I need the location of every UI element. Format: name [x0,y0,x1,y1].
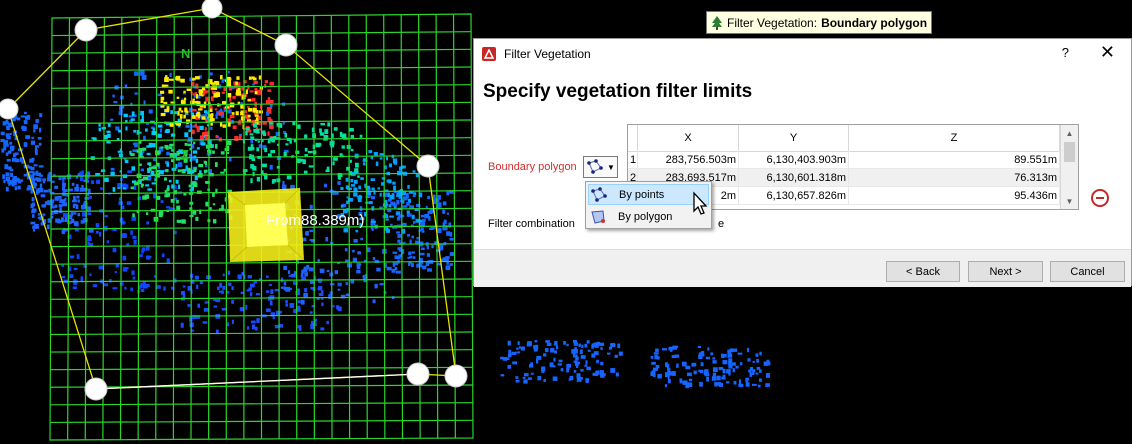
boundary-method-dropdown[interactable]: ▼ [583,156,618,178]
cell-z[interactable]: 76.313m [849,169,1060,187]
row-index: 1 [628,151,638,169]
tag-prefix: Filter Vegetation: [727,15,818,30]
tag-bold: Boundary polygon [821,15,928,30]
cell-y[interactable]: 6,130,403.903m [739,151,849,169]
polygon-icon [590,209,606,225]
col-header-x: X [638,125,739,151]
filter-combination-label: Filter combination [488,218,575,230]
menu-item-label: By polygon [618,210,673,223]
filter-combination-value: e [718,218,725,230]
cell-y[interactable]: 6,130,601.318m [739,169,849,187]
table-row[interactable]: 1 283,756.503m 6,130,403.903m 89.551m [628,151,1060,169]
cell-z[interactable]: 89.551m [849,151,1060,169]
measure-label: From88.389m) [266,212,364,229]
dialog-titlebar: Filter Vegetation ? ✕ [474,39,1131,69]
north-label: N [181,46,190,61]
mouse-cursor-icon [693,191,708,215]
next-button[interactable]: Next > [968,261,1043,282]
tool-status-tag: Filter Vegetation: Boundary polygon [706,11,933,34]
back-button[interactable]: < Back [886,261,960,282]
cancel-button[interactable]: Cancel [1050,261,1125,282]
app-icon [482,47,496,61]
filter-vegetation-dialog: Filter Vegetation ? ✕ Specify vegetation… [473,38,1132,287]
tree-icon [712,15,722,30]
scroll-down-icon[interactable]: ▼ [1061,193,1078,209]
close-button[interactable]: ✕ [1100,42,1115,63]
dialog-title: Filter Vegetation [504,47,591,61]
minus-icon [1096,197,1104,199]
help-button[interactable]: ? [1062,45,1069,60]
dialog-footer: < Back Next > Cancel [474,249,1131,287]
scroll-thumb[interactable] [1064,142,1075,162]
page-title: Specify vegetation filter limits [483,81,753,102]
chevron-down-icon: ▼ [607,162,615,172]
cell-x[interactable]: 283,756.503m [638,151,739,169]
cell-z[interactable]: 95.436m [849,187,1060,205]
points-icon [591,186,607,203]
col-header-index [628,125,638,151]
table-header: X Y Z [628,125,1060,152]
col-header-y: Y [739,125,849,151]
points-icon [584,157,606,177]
boundary-polygon-label: Boundary polygon [488,161,577,173]
dialog-body: Specify vegetation filter limits Boundar… [474,69,1131,249]
col-header-z: Z [849,125,1060,151]
z-axis-label: Z [181,147,189,162]
scroll-up-icon[interactable]: ▲ [1061,125,1078,141]
menu-item-label: By points [619,188,665,201]
cell-y[interactable]: 6,130,657.826m [739,187,849,205]
table-scrollbar[interactable]: ▲ ▼ [1060,125,1078,209]
remove-point-button[interactable] [1091,189,1109,207]
